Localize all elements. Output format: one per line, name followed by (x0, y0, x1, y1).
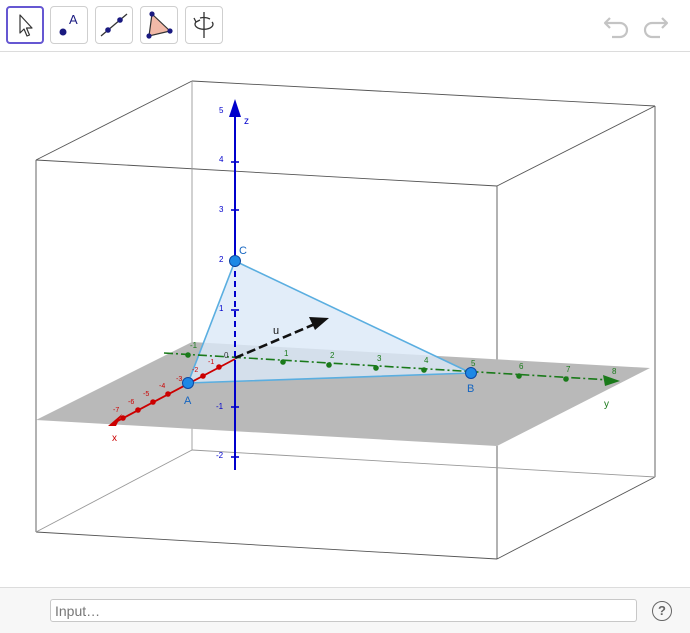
origin-label: 0 (224, 351, 229, 360)
y-tick-label: 4 (424, 356, 429, 365)
undo-icon (603, 17, 629, 39)
z-tick-label: -1 (216, 402, 224, 411)
triangle-polygon-icon (146, 11, 173, 39)
vector-u-label: u (273, 325, 279, 337)
graphics-canvas[interactable]: -1 1 2 3 4 5 6 7 8 y -7 -6 -5 -4 -3 -2 -… (0, 52, 690, 587)
point-tool-label: A (69, 12, 78, 27)
y-tick-label: 5 (471, 359, 476, 368)
y-axis-label: y (604, 399, 609, 410)
x-tick-label: -4 (159, 383, 165, 390)
x-tick-label: -5 (143, 391, 149, 398)
help-icon[interactable]: ? (652, 601, 672, 621)
z-tick-label: 3 (219, 205, 224, 214)
y-tick-label: -1 (190, 341, 198, 350)
x-tick-label: -7 (113, 407, 119, 414)
y-tick-label: 2 (330, 351, 335, 360)
arrow-cursor-icon (19, 14, 33, 37)
x-tick-label: -2 (192, 367, 198, 374)
x-axis-label: x (112, 433, 117, 444)
graphics-3d-view[interactable]: -1 1 2 3 4 5 6 7 8 y -7 -6 -5 -4 -3 -2 -… (0, 52, 690, 587)
move-tool-button[interactable] (6, 6, 44, 44)
point-c[interactable]: C (229, 245, 248, 267)
x-tick-label: -6 (128, 399, 134, 406)
polygon-tool-button[interactable] (140, 6, 178, 44)
z-tick-label: 5 (219, 106, 224, 115)
redo-button[interactable] (640, 12, 670, 40)
point-a-label: A (184, 395, 192, 407)
z-axis-label: z (244, 116, 249, 127)
z-tick-label: -2 (216, 451, 224, 460)
z-tick-label: 2 (219, 255, 224, 264)
toolbar: A (0, 0, 690, 52)
x-tick-label: -1 (208, 359, 214, 366)
z-tick-label: 1 (219, 304, 224, 313)
rotate-3d-view-icon (193, 12, 214, 38)
y-tick-label: 6 (519, 362, 524, 371)
point-c-label: C (239, 245, 247, 257)
redo-icon (643, 17, 669, 39)
point-tool-button[interactable]: A (50, 6, 88, 44)
point-b-label: B (467, 383, 474, 395)
x-tick-label: -3 (176, 376, 182, 383)
line-tool-button[interactable] (95, 6, 133, 44)
input-field[interactable] (50, 599, 637, 622)
y-tick-label: 7 (566, 365, 571, 374)
y-tick-label: 8 (612, 367, 617, 376)
y-tick-label: 1 (284, 349, 289, 358)
z-tick-label: 4 (219, 155, 224, 164)
line-through-two-points-icon (100, 13, 128, 37)
point-icon: A (59, 12, 78, 36)
rotate-view-tool-button[interactable] (185, 6, 223, 44)
y-tick-label: 3 (377, 354, 382, 363)
undo-button[interactable] (602, 12, 632, 40)
input-bar-area: ? (0, 587, 690, 633)
